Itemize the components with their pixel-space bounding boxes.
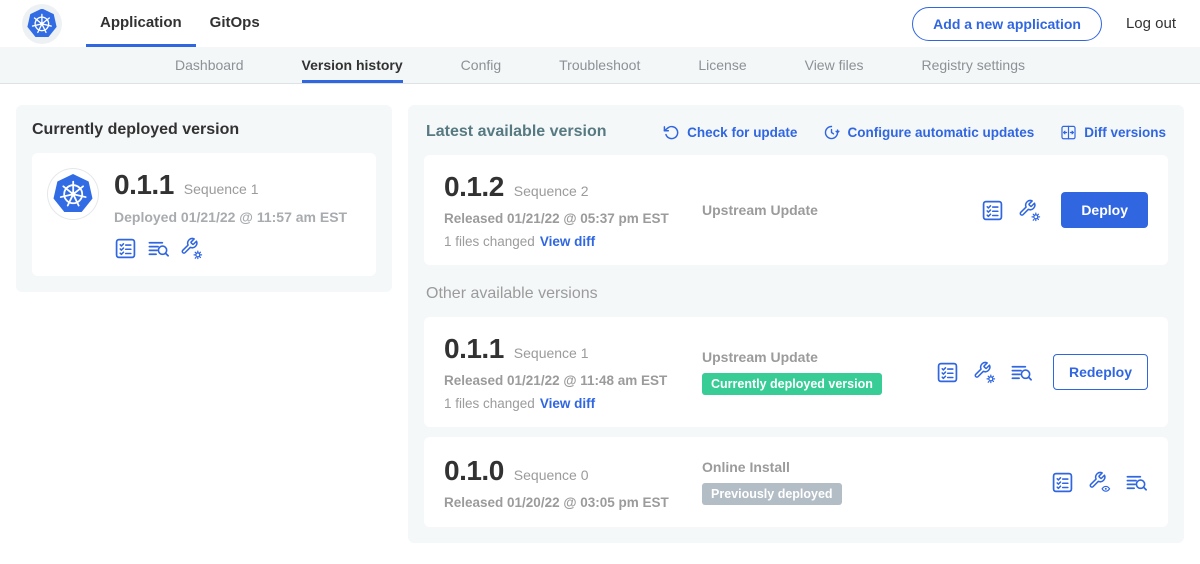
subnav-tab-troubleshoot[interactable]: Troubleshoot bbox=[559, 47, 640, 83]
deployed-version-card: 0.1.1 Sequence 1 Deployed 01/21/22 @ 11:… bbox=[32, 153, 376, 276]
deploy-logs-icon[interactable] bbox=[1010, 361, 1033, 384]
deploy-button[interactable]: Deploy bbox=[1061, 192, 1148, 228]
view-diff-link[interactable]: View diff bbox=[540, 396, 595, 411]
currently-deployed-title: Currently deployed version bbox=[32, 121, 376, 139]
view-config-icon[interactable] bbox=[1088, 471, 1111, 494]
panel-actions: Check for update Configure automatic upd… bbox=[663, 124, 1166, 141]
files-changed-label: 1 files changed bbox=[444, 396, 535, 411]
tab-application-label: Application bbox=[100, 14, 182, 31]
edit-config-icon[interactable] bbox=[973, 361, 996, 384]
source-label: Online Install bbox=[702, 459, 1051, 475]
released-timestamp: Released 01/21/22 @ 05:37 pm EST bbox=[444, 211, 702, 226]
sequence-label: Sequence 1 bbox=[514, 345, 589, 361]
kubernetes-app-icon bbox=[53, 174, 93, 214]
check-for-update-link[interactable]: Check for update bbox=[663, 124, 797, 141]
subnav-tab-license[interactable]: License bbox=[698, 47, 746, 83]
version-actions: Redeploy bbox=[936, 354, 1148, 390]
version-source: Online Install Previously deployed bbox=[702, 459, 1051, 505]
subnav-tab-version-history[interactable]: Version history bbox=[302, 47, 403, 83]
version-number: 0.1.0 bbox=[444, 455, 504, 487]
refresh-icon bbox=[663, 124, 680, 141]
other-versions-title: Other available versions bbox=[426, 285, 1166, 303]
kubernetes-logo-icon bbox=[27, 9, 57, 39]
tab-gitops[interactable]: GitOps bbox=[196, 0, 274, 47]
version-row-0-1-1: 0.1.1 Sequence 1 Released 01/21/22 @ 11:… bbox=[424, 317, 1168, 427]
sequence-label: Sequence 2 bbox=[514, 183, 589, 199]
edit-config-icon[interactable] bbox=[180, 237, 203, 260]
version-info: 0.1.1 Sequence 1 Released 01/21/22 @ 11:… bbox=[444, 333, 702, 411]
release-notes-icon[interactable] bbox=[114, 237, 137, 260]
source-label: Upstream Update bbox=[702, 349, 936, 365]
released-timestamp: Released 01/21/22 @ 11:48 am EST bbox=[444, 373, 702, 388]
version-actions bbox=[1051, 471, 1148, 494]
logout-link[interactable]: Log out bbox=[1126, 15, 1176, 32]
subnav-tab-config[interactable]: Config bbox=[461, 47, 501, 83]
subnav-tab-view-files[interactable]: View files bbox=[805, 47, 864, 83]
deployed-version-number: 0.1.1 bbox=[114, 169, 174, 201]
diff-versions-link[interactable]: Diff versions bbox=[1060, 124, 1166, 141]
version-number: 0.1.1 bbox=[444, 333, 504, 365]
latest-version-header: Latest available version Check for updat… bbox=[426, 123, 1166, 141]
deployed-sequence-label: Sequence 1 bbox=[184, 181, 259, 197]
version-history-panel: Latest available version Check for updat… bbox=[408, 105, 1184, 543]
released-timestamp: Released 01/20/22 @ 03:05 pm EST bbox=[444, 495, 702, 510]
version-info: 0.1.0 Sequence 0 Released 01/20/22 @ 03:… bbox=[444, 455, 702, 510]
release-notes-icon[interactable] bbox=[1051, 471, 1074, 494]
add-application-button[interactable]: Add a new application bbox=[912, 7, 1102, 41]
app-logo bbox=[22, 4, 62, 44]
files-changed-label: 1 files changed bbox=[444, 234, 535, 249]
latest-version-title: Latest available version bbox=[426, 123, 607, 141]
app-icon-badge bbox=[48, 169, 98, 219]
version-source: Upstream Update bbox=[702, 202, 981, 218]
currently-deployed-badge: Currently deployed version bbox=[702, 373, 882, 395]
configure-updates-link[interactable]: Configure automatic updates bbox=[823, 124, 1034, 141]
app-subnav: Dashboard Version history Config Trouble… bbox=[0, 47, 1200, 84]
version-actions: Deploy bbox=[981, 192, 1148, 228]
deployed-timestamp: Deployed 01/21/22 @ 11:57 am EST bbox=[114, 209, 347, 225]
release-notes-icon[interactable] bbox=[981, 199, 1004, 222]
deployed-version-info: 0.1.1 Sequence 1 Deployed 01/21/22 @ 11:… bbox=[114, 169, 347, 260]
tab-gitops-label: GitOps bbox=[210, 14, 260, 31]
version-info: 0.1.2 Sequence 2 Released 01/21/22 @ 05:… bbox=[444, 171, 702, 249]
version-row-0-1-2: 0.1.2 Sequence 2 Released 01/21/22 @ 05:… bbox=[424, 155, 1168, 265]
diff-icon bbox=[1060, 124, 1077, 141]
header-tabs: Application GitOps bbox=[86, 0, 274, 47]
subnav-tab-registry-settings[interactable]: Registry settings bbox=[922, 47, 1025, 83]
sequence-label: Sequence 0 bbox=[514, 467, 589, 483]
source-label: Upstream Update bbox=[702, 202, 981, 218]
edit-config-icon[interactable] bbox=[1018, 199, 1041, 222]
version-source: Upstream Update Currently deployed versi… bbox=[702, 349, 936, 395]
app-header: Application GitOps Add a new application… bbox=[0, 0, 1200, 47]
subnav-tab-dashboard[interactable]: Dashboard bbox=[175, 47, 244, 83]
deploy-logs-icon[interactable] bbox=[1125, 471, 1148, 494]
view-diff-link[interactable]: View diff bbox=[540, 234, 595, 249]
configure-updates-label: Configure automatic updates bbox=[847, 125, 1034, 140]
header-right: Add a new application Log out bbox=[912, 0, 1176, 47]
tab-application[interactable]: Application bbox=[86, 0, 196, 47]
main-content: Currently deployed version 0.1.1 Sequenc… bbox=[0, 84, 1200, 564]
deploy-logs-icon[interactable] bbox=[147, 237, 170, 260]
redeploy-button[interactable]: Redeploy bbox=[1053, 354, 1148, 390]
check-for-update-label: Check for update bbox=[687, 125, 797, 140]
release-notes-icon[interactable] bbox=[936, 361, 959, 384]
previously-deployed-badge: Previously deployed bbox=[702, 483, 842, 505]
version-row-0-1-0: 0.1.0 Sequence 0 Released 01/20/22 @ 03:… bbox=[424, 437, 1168, 527]
auto-update-clock-icon bbox=[823, 124, 840, 141]
version-number: 0.1.2 bbox=[444, 171, 504, 203]
currently-deployed-card: Currently deployed version 0.1.1 Sequenc… bbox=[16, 105, 392, 292]
diff-versions-label: Diff versions bbox=[1084, 125, 1166, 140]
